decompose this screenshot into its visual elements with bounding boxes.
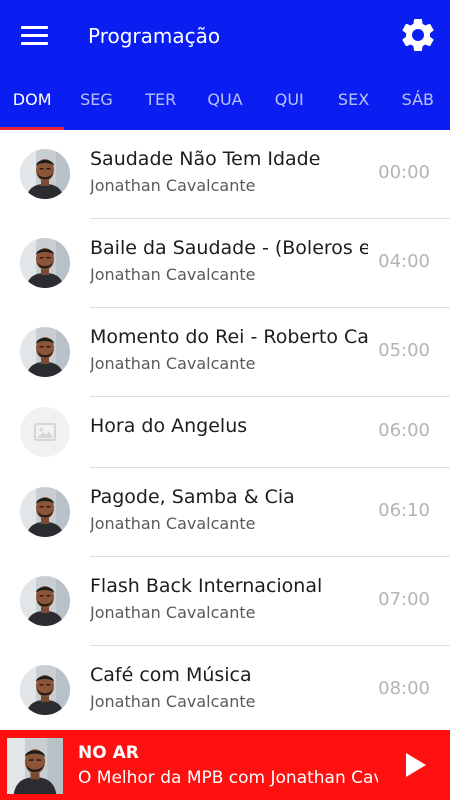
tab-sex[interactable]: SEX [321,78,385,130]
program-time: 08:00 [378,678,430,699]
page-title: Programação [88,24,221,48]
program-time: 07:00 [378,589,430,610]
tab-dom[interactable]: DOM [0,78,65,130]
tab-qui[interactable]: QUI [257,78,321,130]
tab-qua[interactable]: QUA [193,78,257,130]
program-time: 00:00 [378,162,430,183]
program-host: Jonathan Cavalcante [90,603,256,622]
program-name: Pagode, Samba & Cia [90,486,295,508]
program-host: Jonathan Cavalcante [90,176,256,195]
on-air-label: NO AR [78,743,139,763]
list-item[interactable]: Momento do Rei - Roberto Carlos Jonathan… [0,308,450,397]
list-item[interactable]: Café com Música Jonathan Cavalcante 08:0… [0,646,450,730]
host-avatar [20,487,70,537]
program-time: 04:00 [378,251,430,272]
program-name: Momento do Rei - Roberto Carlos [90,326,368,348]
image-placeholder-icon [20,407,70,457]
list-item[interactable]: Saudade Não Tem Idade Jonathan Cavalcant… [0,130,450,219]
program-time: 06:00 [378,420,430,441]
app-bar: Programação DOM SEG TER QUA QUI SEX SÁB [0,0,450,130]
hamburger-menu-icon[interactable] [19,24,51,48]
program-host: Jonathan Cavalcante [90,354,256,373]
schedule-list: Saudade Não Tem Idade Jonathan Cavalcant… [0,130,450,730]
program-name: Saudade Não Tem Idade [90,148,321,170]
now-playing-thumbnail [7,738,63,794]
host-avatar [20,576,70,626]
program-host: Jonathan Cavalcante [90,692,256,711]
gear-icon[interactable] [398,15,438,55]
program-name: Baile da Saudade - (Boleros e Tangos) [90,237,368,259]
list-item[interactable]: Baile da Saudade - (Boleros e Tangos) Jo… [0,219,450,308]
program-time: 06:10 [378,500,430,521]
list-item[interactable]: Hora do Angelus 06:00 [0,397,450,468]
list-item[interactable]: Pagode, Samba & Cia Jonathan Cavalcante … [0,468,450,557]
program-name: Hora do Angelus [90,415,248,437]
host-avatar [20,238,70,288]
host-avatar [20,665,70,715]
program-name: Café com Música [90,664,252,686]
play-icon[interactable] [398,747,434,783]
program-host: Jonathan Cavalcante [90,265,256,284]
now-playing-bar[interactable]: NO AR O Melhor da MPB com Jonathan Caval… [0,730,450,800]
now-playing-title: O Melhor da MPB com Jonathan Cavalcante [78,768,378,788]
tab-sab[interactable]: SÁB [386,78,450,130]
tab-ter[interactable]: TER [129,78,193,130]
day-tabs: DOM SEG TER QUA QUI SEX SÁB [0,78,450,130]
program-time: 05:00 [378,340,430,361]
host-avatar [20,149,70,199]
tab-seg[interactable]: SEG [64,78,128,130]
host-avatar [20,327,70,377]
list-item[interactable]: Flash Back Internacional Jonathan Cavalc… [0,557,450,646]
program-name: Flash Back Internacional [90,575,323,597]
program-host: Jonathan Cavalcante [90,514,256,533]
